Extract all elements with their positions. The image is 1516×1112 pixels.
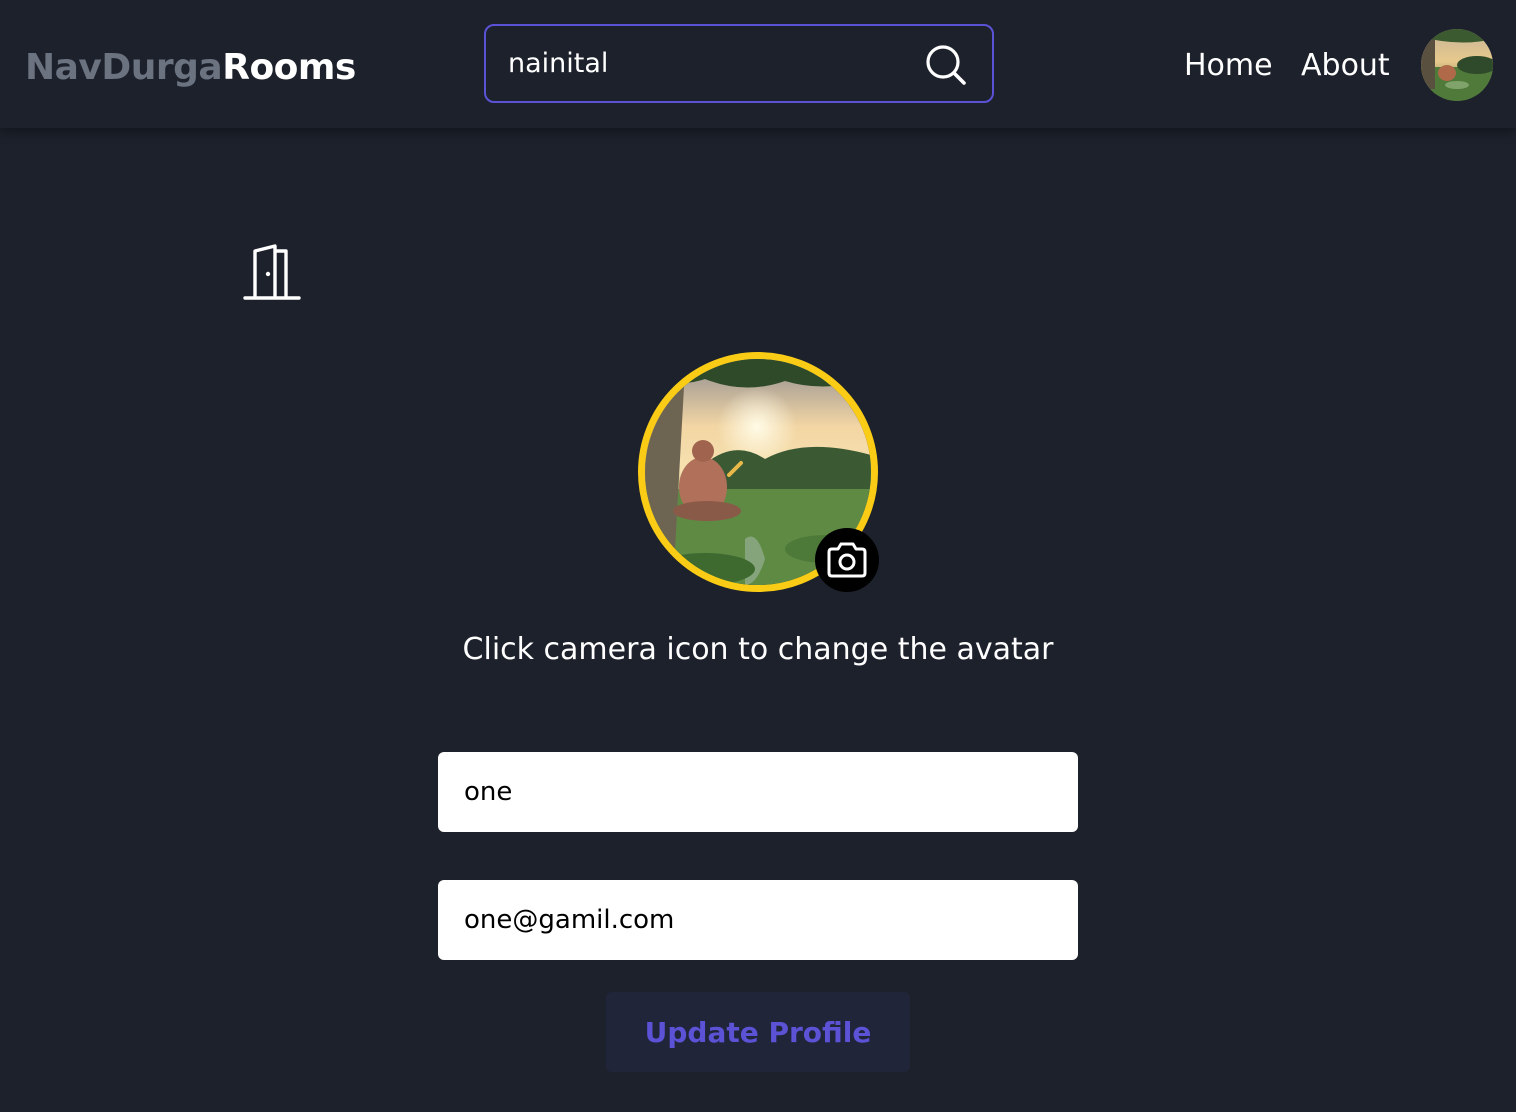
profile-avatar: [638, 352, 879, 592]
avatar-hint-text: Click camera icon to change the avatar: [462, 632, 1054, 667]
nav-link-home[interactable]: Home: [1184, 44, 1273, 88]
brand-logo[interactable]: NavDurgaRooms: [25, 44, 356, 92]
name-field[interactable]: [438, 752, 1078, 832]
camera-icon: [827, 542, 867, 578]
user-avatar[interactable]: [1421, 29, 1493, 101]
change-avatar-button[interactable]: [815, 528, 879, 592]
search-bar: [484, 24, 994, 103]
door-icon: [243, 244, 301, 300]
update-profile-button[interactable]: Update Profile: [606, 992, 910, 1072]
avatar-image: [1421, 29, 1493, 101]
nav-link-about[interactable]: About: [1301, 44, 1390, 88]
email-field[interactable]: [438, 880, 1078, 960]
logout-button[interactable]: [238, 240, 306, 304]
navbar: NavDurgaRooms Home About: [0, 0, 1516, 128]
brand-logo-part2: Rooms: [222, 47, 356, 88]
brand-logo-part1: NavDurga: [25, 47, 223, 88]
search-icon: [926, 45, 966, 85]
search-input[interactable]: [508, 26, 908, 101]
search-button[interactable]: [924, 43, 968, 87]
